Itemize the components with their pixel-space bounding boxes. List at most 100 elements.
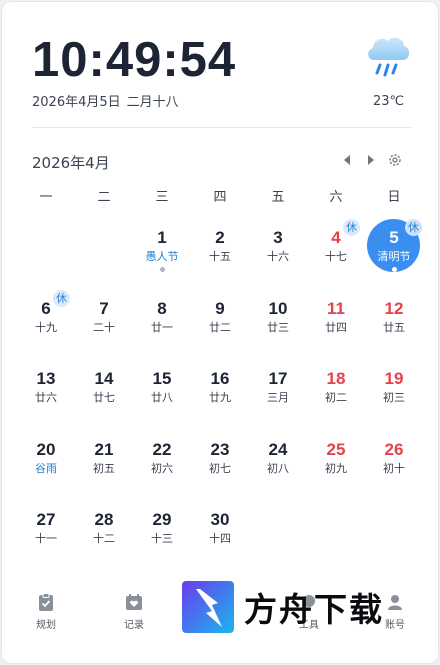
day-number: 21	[94, 439, 114, 459]
day-cell[interactable]: 3 十六	[249, 216, 307, 287]
day-number: 30	[210, 510, 230, 530]
solar-date: 2026年4月5日	[32, 95, 121, 110]
clock-time: 10:49:54	[32, 33, 237, 87]
day-cell[interactable]: 14 廿七	[75, 357, 133, 428]
day-number: 13	[36, 369, 56, 389]
calendar-grid: 1 愚人节 2 十五 3 十六 4 十七休 5 清明节休 6 十九休 7 二十 8 廿一 9 廿二 10 廿三 11 廿四…	[17, 216, 423, 569]
day-cell[interactable]: 19 初三	[365, 357, 423, 428]
rain-cloud-icon[interactable]	[364, 32, 412, 82]
day-number: 11	[327, 298, 345, 318]
day-cell[interactable]: 22 初六	[133, 428, 191, 499]
lunar-day: 廿九	[209, 391, 231, 405]
day-number: 28	[94, 510, 114, 530]
weekday-label: 三	[155, 190, 169, 205]
lunar-day: 廿八	[151, 391, 173, 405]
day-number: 25	[326, 439, 346, 459]
lunar-day: 三月	[267, 391, 289, 405]
prev-month-button[interactable]	[339, 152, 355, 168]
day-cell[interactable]: 20 谷雨	[17, 428, 75, 499]
next-month-button[interactable]	[363, 152, 379, 168]
day-number: 10	[268, 298, 288, 318]
day-cell[interactable]: 15 廿八	[133, 357, 191, 428]
toolbar-record-button[interactable]: 记录	[104, 592, 164, 631]
lunar-day: 十九	[35, 320, 57, 334]
festival-label: 谷雨	[35, 461, 57, 475]
caret-right-icon	[368, 155, 374, 165]
day-cell[interactable]: 2 十五	[191, 216, 249, 287]
lunar-day: 十四	[209, 532, 231, 546]
watermark-text: 方舟下载	[244, 590, 384, 629]
lunar-day: 初二	[325, 391, 347, 405]
day-cell[interactable]: 11 廿四	[307, 287, 365, 358]
day-cell[interactable]: 24 初八	[249, 428, 307, 499]
lunar-day: 十七	[325, 250, 347, 263]
holiday-badge: 休	[343, 219, 360, 236]
clock-date: 2026年4月5日 二月十八	[32, 91, 179, 110]
day-cell[interactable]: 4 十七休	[307, 216, 365, 287]
day-cell[interactable]: 17 三月	[249, 357, 307, 428]
day-cell-today[interactable]: 5 清明节休	[365, 216, 423, 287]
lunar-day: 初七	[209, 461, 231, 475]
day-number: 12	[384, 298, 404, 318]
lunar-day: 十三	[151, 532, 173, 546]
festival-label: 清明节	[377, 250, 411, 263]
toolbar-record-label: 记录	[124, 620, 144, 631]
day-cell[interactable]: 27 十一	[17, 498, 75, 569]
day-cell[interactable]: 18 初二	[307, 357, 365, 428]
day-number: 1	[157, 228, 167, 247]
day-number: 16	[210, 369, 230, 389]
day-cell[interactable]: 25 初九	[307, 428, 365, 499]
day-cell[interactable]: 29 十三	[133, 498, 191, 569]
day-cell[interactable]: 21 初五	[75, 428, 133, 499]
day-cell[interactable]: 16 廿九	[191, 357, 249, 428]
settings-button[interactable]	[387, 152, 403, 168]
day-cell[interactable]: 8 廿一	[133, 287, 191, 358]
clipboard-check-icon	[39, 593, 53, 611]
calendar-heart-icon	[126, 594, 142, 610]
lunar-day: 十五	[209, 250, 231, 263]
lunar-day: 初六	[151, 461, 173, 475]
day-cell[interactable]: 9 廿二	[191, 287, 249, 358]
day-cell[interactable]: 28 十二	[75, 498, 133, 569]
caret-left-icon	[344, 155, 350, 165]
lunar-day: 初十	[383, 461, 405, 475]
lunar-day: 廿六	[35, 391, 57, 405]
day-number: 20	[36, 439, 56, 459]
day-number: 29	[152, 510, 172, 530]
day-cell[interactable]: 26 初十	[365, 428, 423, 499]
day-number: 24	[268, 439, 288, 459]
day-number: 18	[326, 369, 346, 389]
weekday-label: 五	[271, 190, 285, 205]
lunar-day: 廿七	[93, 391, 115, 405]
weekday-label: 六	[329, 190, 343, 205]
day-cell[interactable]: 10 廿三	[249, 287, 307, 358]
day-number: 14	[94, 369, 114, 389]
day-cell[interactable]: 1 愚人节	[133, 216, 191, 287]
watermark: 方舟下载	[182, 580, 412, 634]
holiday-badge: 休	[53, 289, 70, 307]
lunar-day: 初三	[383, 391, 405, 405]
day-number: 19	[384, 369, 404, 389]
temperature: 23℃	[373, 94, 405, 109]
lunar-day: 初五	[93, 461, 115, 475]
toolbar-plan-button[interactable]: 规划	[16, 592, 76, 631]
lunar-day: 十一	[35, 532, 57, 546]
month-label[interactable]: 2026年4月	[32, 152, 110, 173]
event-dot	[160, 267, 165, 272]
day-cell[interactable]: 30 十四	[191, 498, 249, 569]
day-cell[interactable]: 12 廿五	[365, 287, 423, 358]
day-number: 2	[215, 228, 225, 247]
day-cell[interactable]: 23 初七	[191, 428, 249, 499]
lunar-day: 廿一	[151, 320, 173, 334]
day-cell[interactable]: 7 二十	[75, 287, 133, 358]
day-cell[interactable]: 13 廿六	[17, 357, 75, 428]
toolbar-plan-label: 规划	[36, 620, 56, 631]
day-cell[interactable]: 6 十九休	[17, 287, 75, 358]
holiday-badge: 休	[405, 219, 422, 236]
day-number: 22	[152, 439, 172, 459]
lunar-date: 二月十八	[126, 95, 179, 110]
lunar-day: 十二	[93, 532, 115, 546]
lunar-day: 十六	[267, 250, 289, 263]
lunar-day: 廿五	[383, 320, 405, 334]
lunar-day: 二十	[93, 320, 115, 334]
